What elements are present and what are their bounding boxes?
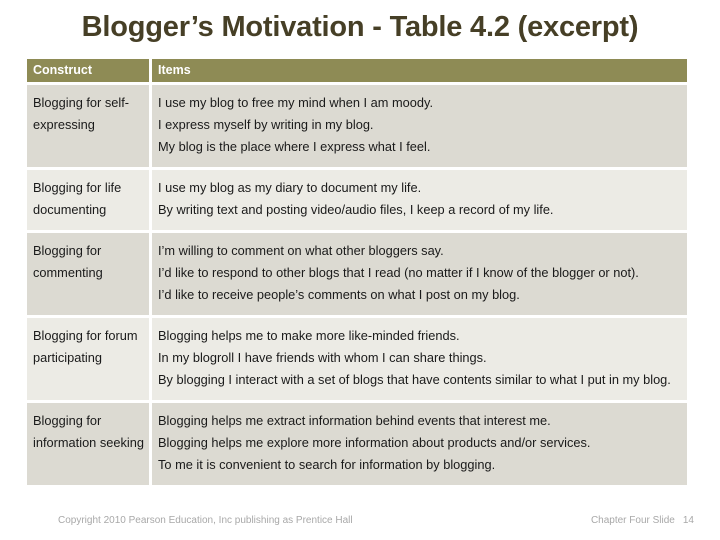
table-row: Blogging for forum participating Blogging… xyxy=(27,318,687,401)
motivation-table: Construct Items Blogging for self-expres… xyxy=(24,56,690,488)
item-line: Blogging helps me to make more like-mind… xyxy=(158,328,460,344)
table-header: Construct Items xyxy=(27,59,687,83)
table-row: Blogging for commenting I’m willing to co… xyxy=(27,233,687,316)
table-container: Construct Items Blogging for self-expres… xyxy=(24,56,690,488)
item-line: I use my blog to free my mind when I am … xyxy=(158,95,434,111)
item-line: I’d like to respond to other blogs that … xyxy=(158,265,639,281)
construct-cell: Blogging for self-expressing xyxy=(27,85,149,168)
table-header-row: Construct Items xyxy=(27,59,687,83)
construct-cell: Blogging for information seeking xyxy=(27,403,149,486)
construct-cell: Blogging for life documenting xyxy=(27,170,149,231)
items-cell: Blogging helps me to make more like-mind… xyxy=(152,318,687,401)
construct-cell: Blogging for commenting xyxy=(27,233,149,316)
construct-cell: Blogging for forum participating xyxy=(27,318,149,401)
table-row: Blogging for life documenting I use my bl… xyxy=(27,170,687,231)
item-line: By blogging I interact with a set of blo… xyxy=(158,372,671,388)
column-header-items: Items xyxy=(152,59,687,83)
items-cell: I’m willing to comment on what other blo… xyxy=(152,233,687,316)
item-line: My blog is the place where I express wha… xyxy=(158,139,431,155)
item-line: I’d like to receive people’s comments on… xyxy=(158,287,520,303)
table-row: Blogging for self-expressing I use my blo… xyxy=(27,85,687,168)
item-line: I express myself by writing in my blog. xyxy=(158,117,374,133)
item-line: I use my blog as my diary to document my… xyxy=(158,180,422,196)
item-line: Blogging helps me extract information be… xyxy=(158,413,551,429)
table-body: Blogging for self-expressing I use my blo… xyxy=(27,85,687,486)
page-title: Blogger’s Motivation - Table 4.2 (excerp… xyxy=(81,11,639,43)
items-cell: I use my blog to free my mind when I am … xyxy=(152,85,687,168)
chapter-label: Chapter Four Slide xyxy=(590,515,675,526)
item-line: In my blogroll I have friends with whom … xyxy=(158,350,487,366)
copyright-notice: Copyright 2010 Pearson Education, Inc pu… xyxy=(58,515,353,526)
table-row: Blogging for information seeking Blogging… xyxy=(27,403,687,486)
item-line: Blogging helps me explore more informati… xyxy=(158,435,591,451)
items-cell: Blogging helps me extract information be… xyxy=(152,403,687,486)
item-line: I’m willing to comment on what other blo… xyxy=(158,243,444,259)
column-header-construct: Construct xyxy=(27,59,149,83)
item-line: By writing text and posting video/audio … xyxy=(158,202,554,218)
slide-footer: Copyright 2010 Pearson Education, Inc pu… xyxy=(0,506,720,540)
item-line: To me it is convenient to search for inf… xyxy=(158,457,496,473)
items-cell: I use my blog as my diary to document my… xyxy=(152,170,687,231)
slide-number: 14 xyxy=(682,515,694,526)
slide-canvas: Blogger’s Motivation - Table 4.2 (excerp… xyxy=(0,0,720,540)
slide-indicator: Chapter Four Slide 14 xyxy=(591,515,694,526)
